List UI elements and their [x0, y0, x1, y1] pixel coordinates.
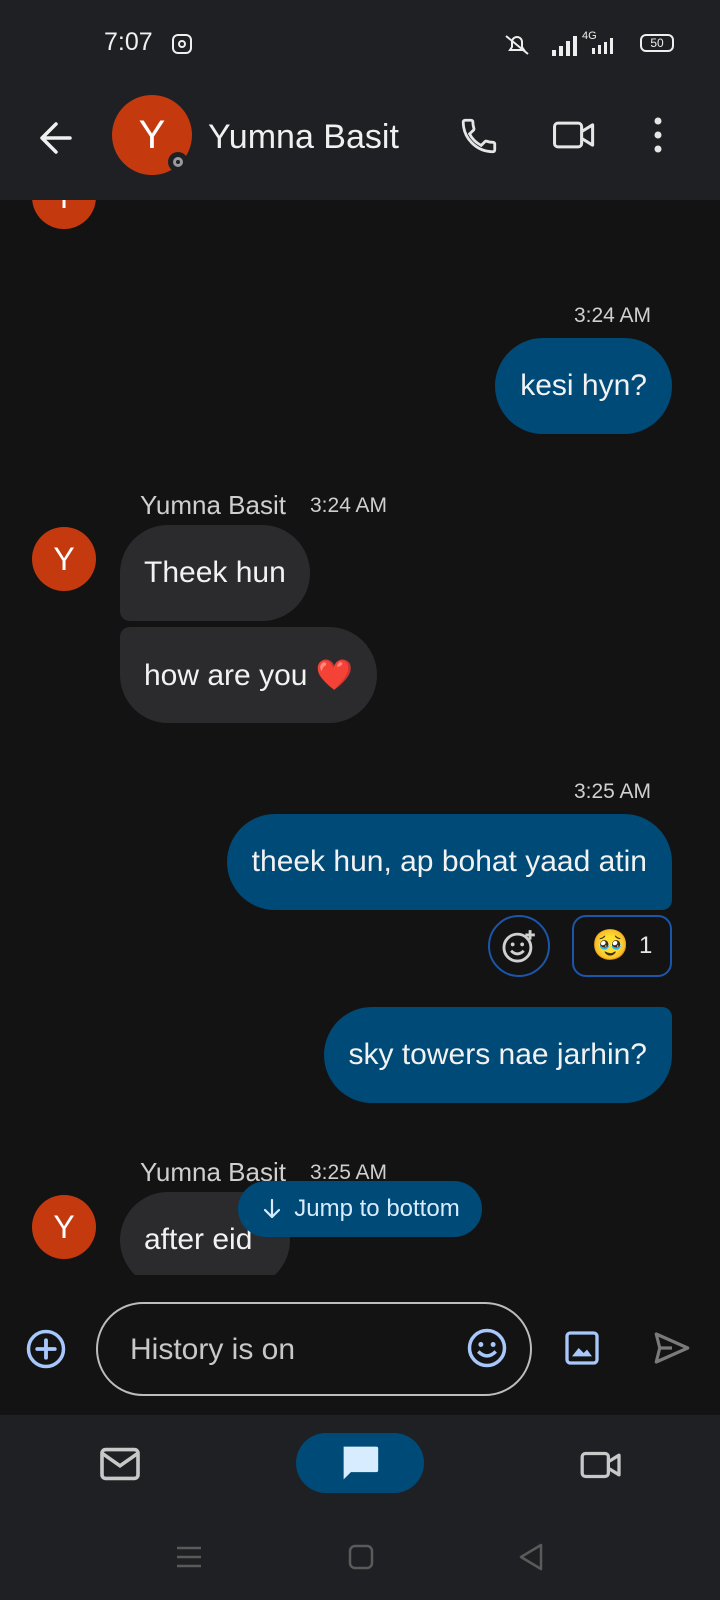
incoming-message-bubble[interactable]: how are you ❤️	[120, 627, 378, 723]
sender-name: Yumna Basit	[140, 490, 286, 520]
mail-icon[interactable]	[98, 1446, 142, 1482]
send-icon[interactable]	[650, 1327, 694, 1369]
emoji-icon[interactable]	[466, 1327, 508, 1369]
jump-to-bottom-button[interactable]: Jump to bottom	[238, 1181, 482, 1237]
outgoing-message-bubble[interactable]: theek hun, ap bohat yaad atin	[226, 814, 672, 910]
chat-icon	[343, 1446, 379, 1480]
signal-icon	[552, 36, 577, 56]
add-attachment-icon[interactable]	[25, 1328, 67, 1370]
more-vert-icon[interactable]	[652, 115, 664, 155]
outgoing-message-bubble[interactable]: sky towers nae jarhin?	[323, 1007, 672, 1103]
reaction-emoji: 🥹	[591, 929, 629, 962]
contact-avatar-small[interactable]: Y	[32, 1195, 96, 1259]
mute-vibrate-icon	[505, 35, 529, 55]
signal-2-icon	[592, 38, 613, 54]
battery-indicator: 50	[640, 34, 674, 52]
back-arrow-icon[interactable]	[36, 118, 76, 158]
arrow-down-icon	[264, 1198, 281, 1219]
message-timestamp: 3:24 AM	[310, 494, 388, 517]
jump-to-bottom-label: Jump to bottom	[294, 1195, 460, 1222]
incoming-message-bubble[interactable]: Theek hun	[120, 525, 310, 621]
add-reaction-button[interactable]	[488, 915, 550, 977]
add-reaction-icon	[502, 930, 535, 963]
nav-chat-tab[interactable]	[296, 1433, 424, 1493]
outgoing-message-bubble[interactable]: kesi hyn?	[495, 338, 672, 434]
presence-indicator-icon	[168, 152, 188, 172]
meet-video-icon[interactable]	[578, 1447, 624, 1483]
system-menu-icon[interactable]	[176, 1545, 202, 1569]
contact-avatar-small[interactable]: Y	[32, 527, 96, 591]
system-back-icon[interactable]	[518, 1543, 544, 1571]
system-home-icon[interactable]	[348, 1544, 374, 1570]
reaction-chip[interactable]: 🥹 1	[572, 915, 672, 977]
status-time: 7:07	[104, 28, 153, 56]
message-input-placeholder[interactable]: History is on	[130, 1333, 295, 1367]
reaction-count: 1	[639, 932, 653, 959]
message-timestamp: 3:24 AM	[573, 304, 651, 327]
message-timestamp: 3:25 AM	[573, 780, 651, 803]
video-call-icon[interactable]	[552, 115, 596, 155]
gallery-icon[interactable]	[562, 1328, 602, 1368]
phone-icon[interactable]	[458, 115, 500, 157]
contact-name[interactable]: Yumna Basit	[208, 118, 399, 157]
instagram-notification-icon	[172, 34, 192, 54]
